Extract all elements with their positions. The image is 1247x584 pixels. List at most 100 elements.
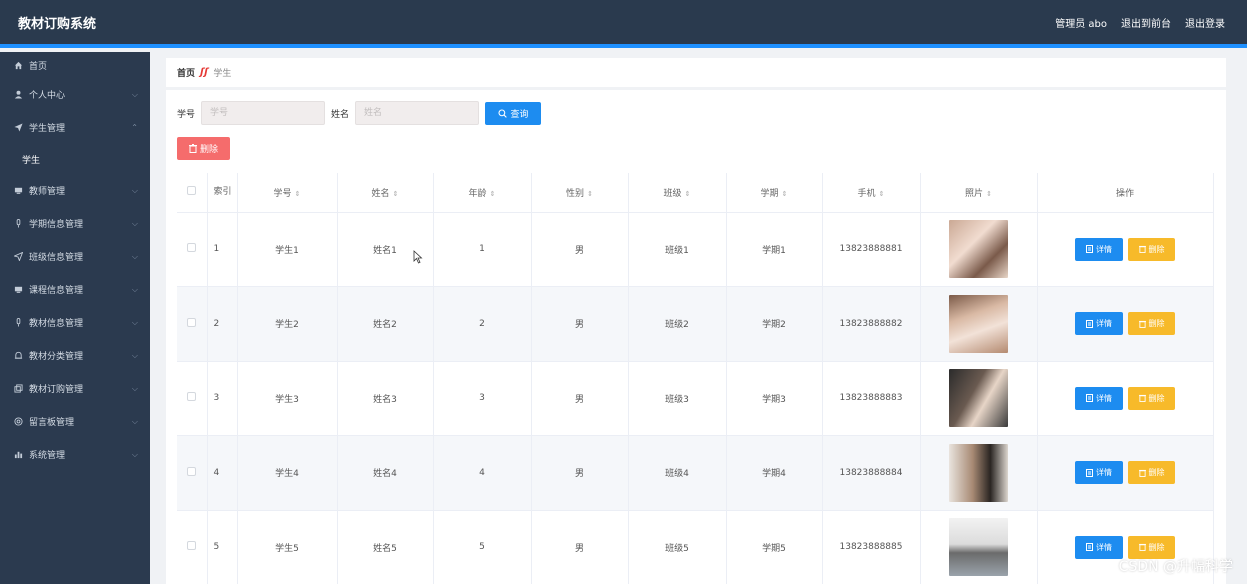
chevron-down-icon: ⌵ xyxy=(131,251,138,261)
sort-icon[interactable]: ⇕ xyxy=(295,190,301,198)
sidebar-subitem-label: 学生 xyxy=(22,155,41,166)
cell-actions: 详情 删除 xyxy=(1037,361,1214,436)
sidebar-item-textbook-management[interactable]: 教材信息管理 ⌵ xyxy=(0,306,150,339)
detail-button[interactable]: 详情 xyxy=(1075,312,1123,336)
column-header-student-id[interactable]: 学号 ⇕ xyxy=(237,173,338,213)
sidebar-item-label: 教师管理 xyxy=(29,187,66,197)
sidebar-item-teacher-management[interactable]: 教师管理 ⌵ xyxy=(0,174,150,207)
row-checkbox[interactable] xyxy=(187,317,197,327)
search-button-label: 查询 xyxy=(510,109,529,120)
sidebar-item-label: 系统管理 xyxy=(29,451,66,461)
row-checkbox[interactable] xyxy=(187,392,197,402)
logout-link[interactable]: 退出登录 xyxy=(1185,15,1225,30)
cell-phone: 13823888882 xyxy=(822,286,921,362)
row-checkbox[interactable] xyxy=(187,466,197,476)
detail-button[interactable]: 详情 xyxy=(1075,461,1123,485)
trash-icon xyxy=(1138,246,1146,254)
sort-icon[interactable]: ⇕ xyxy=(393,190,399,198)
cell-name: 姓名5 xyxy=(337,510,434,584)
admin-user-link[interactable]: 管理员 abo xyxy=(1055,15,1107,30)
row-checkbox[interactable] xyxy=(187,541,197,551)
row-checkbox-cell[interactable] xyxy=(177,435,208,511)
exit-to-frontend-link[interactable]: 退出到前台 xyxy=(1121,15,1171,30)
detail-button[interactable]: 详情 xyxy=(1075,386,1123,410)
batch-delete-label: 删除 xyxy=(199,145,218,155)
copy-icon xyxy=(12,384,24,393)
cell-photo xyxy=(920,510,1038,584)
student-photo[interactable] xyxy=(949,443,1008,502)
column-header-term[interactable]: 学期 ⇕ xyxy=(726,173,823,213)
cell-student-id: 学生4 xyxy=(237,435,338,511)
watermark-text: CSDN @升幅科学 xyxy=(1118,559,1233,575)
sort-icon[interactable]: ⇕ xyxy=(490,190,496,198)
sidebar-item-student-management[interactable]: 学生管理 ⌃ xyxy=(0,111,150,144)
row-checkbox-cell[interactable] xyxy=(177,212,208,287)
cell-class: 班级5 xyxy=(628,510,727,584)
sidebar-item-textbook-order-management[interactable]: 教材订购管理 ⌵ xyxy=(0,372,150,405)
sidebar-item-message-board-management[interactable]: 留言板管理 ⌵ xyxy=(0,405,150,438)
sidebar-item-course-management[interactable]: 课程信息管理 ⌵ xyxy=(0,273,150,306)
sidebar-item-home[interactable]: 首页 xyxy=(0,52,150,78)
document-icon xyxy=(1086,319,1093,328)
column-header-label: 学期 xyxy=(760,188,779,199)
column-header-name[interactable]: 姓名 ⇕ xyxy=(337,173,434,213)
column-header-phone[interactable]: 手机 ⇕ xyxy=(822,173,921,213)
column-header-age[interactable]: 年龄 ⇕ xyxy=(433,173,532,213)
column-header-gender[interactable]: 性别 ⇕ xyxy=(531,173,629,213)
student-photo[interactable] xyxy=(949,294,1008,353)
breadcrumb-home[interactable]: 首页 xyxy=(177,66,195,79)
row-checkbox[interactable] xyxy=(187,243,197,253)
search-button[interactable]: 查询 xyxy=(485,101,542,125)
sidebar-item-system-management[interactable]: 系统管理 ⌵ xyxy=(0,438,150,471)
cell-name: 姓名3 xyxy=(337,361,434,436)
student-id-input[interactable] xyxy=(201,101,326,125)
trash-icon xyxy=(188,144,197,153)
select-all-checkbox[interactable] xyxy=(187,186,197,196)
mouse-cursor-icon xyxy=(413,250,423,264)
name-input[interactable] xyxy=(355,101,480,125)
row-checkbox-cell[interactable] xyxy=(177,510,208,584)
sort-icon[interactable]: ⇕ xyxy=(587,190,593,198)
trash-icon xyxy=(1138,395,1146,403)
detail-label: 详情 xyxy=(1096,319,1112,329)
student-photo[interactable] xyxy=(949,220,1008,279)
column-header-label: 年龄 xyxy=(468,188,487,199)
student-photo[interactable] xyxy=(949,369,1008,428)
detail-button[interactable]: 详情 xyxy=(1075,535,1123,559)
delete-button[interactable]: 删除 xyxy=(1128,386,1175,410)
row-checkbox-cell[interactable] xyxy=(177,361,208,436)
batch-delete-button[interactable]: 删除 xyxy=(177,137,230,160)
delete-button[interactable]: 删除 xyxy=(1128,461,1175,485)
mic-icon xyxy=(12,219,24,228)
student-photo[interactable] xyxy=(949,518,1008,577)
sort-icon[interactable]: ⇕ xyxy=(782,190,788,198)
sort-icon[interactable]: ⇕ xyxy=(986,190,992,198)
sort-icon[interactable]: ⇕ xyxy=(685,190,691,198)
breadcrumb: 首页 ʃʃ 学生 xyxy=(166,58,1226,87)
document-icon xyxy=(1086,543,1093,552)
top-header: 教材订购系统 管理员 abo 退出到前台 退出登录 xyxy=(0,0,1247,48)
column-header-photo[interactable]: 照片 ⇕ xyxy=(920,173,1038,213)
row-checkbox-cell[interactable] xyxy=(177,286,208,362)
bell-icon xyxy=(12,351,24,360)
detail-button[interactable]: 详情 xyxy=(1075,237,1123,261)
cell-photo xyxy=(920,361,1038,436)
sidebar-item-personal-center[interactable]: 个人中心 ⌵ xyxy=(0,78,150,111)
sidebar-item-textbook-category-management[interactable]: 教材分类管理 ⌵ xyxy=(0,339,150,372)
cell-term: 学期1 xyxy=(726,212,823,287)
chevron-down-icon: ⌵ xyxy=(131,185,138,195)
breadcrumb-current: 学生 xyxy=(213,69,232,79)
delete-button[interactable]: 删除 xyxy=(1128,237,1175,261)
column-header-label: 学号 xyxy=(273,188,292,199)
sidebar-item-class-management[interactable]: 班级信息管理 ⌵ xyxy=(0,240,150,273)
sidebar-item-label: 班级信息管理 xyxy=(29,253,84,263)
delete-button[interactable]: 删除 xyxy=(1128,312,1175,336)
select-all-checkbox-cell[interactable] xyxy=(177,173,208,213)
sidebar-subitem-student[interactable]: 学生 xyxy=(0,144,150,174)
cell-phone: 13823888883 xyxy=(822,361,921,436)
column-header-class[interactable]: 班级 ⇕ xyxy=(628,173,727,213)
cell-class: 班级3 xyxy=(628,361,727,436)
content-panel: 学号 姓名 查询 删除 索引 学号⇕ 姓名⇕ 年 xyxy=(166,90,1226,584)
sort-icon[interactable]: ⇕ xyxy=(879,190,885,198)
sidebar-item-term-management[interactable]: 学期信息管理 ⌵ xyxy=(0,207,150,240)
